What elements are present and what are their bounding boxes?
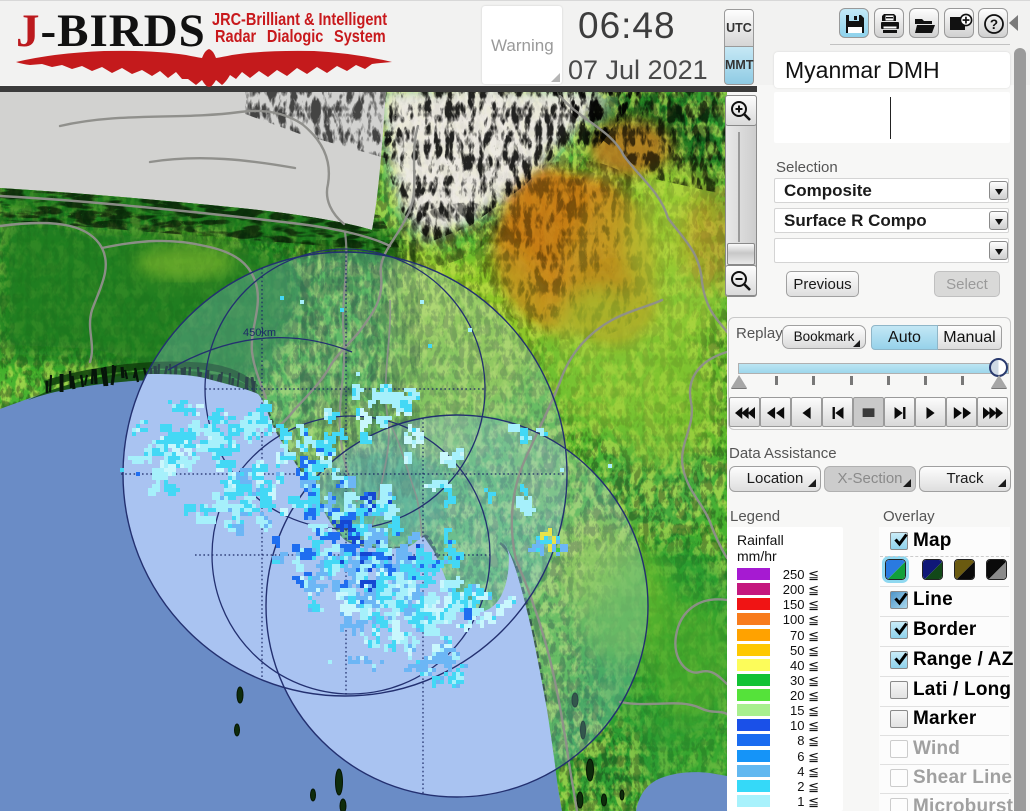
svg-text:?: ? bbox=[990, 17, 998, 32]
svg-text:450km: 450km bbox=[243, 327, 276, 339]
